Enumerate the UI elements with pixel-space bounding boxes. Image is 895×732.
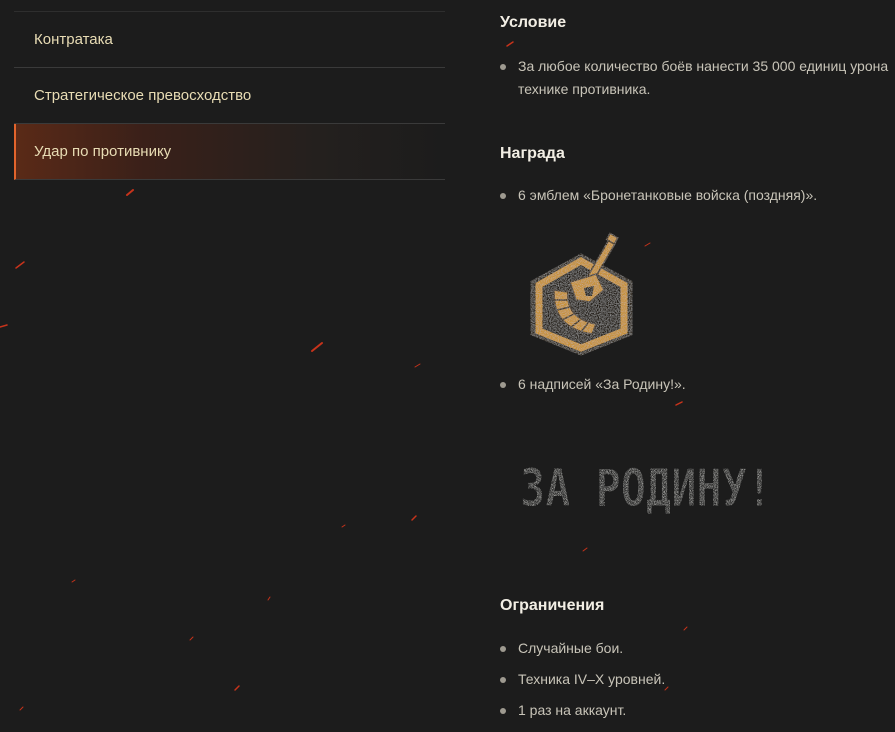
za-rodinu-inscription-image: ЗА РОДИНУ! — [520, 459, 773, 520]
restrictions-title: Ограничения — [500, 597, 605, 614]
restriction-text: Техника IV–X уровней. — [518, 671, 666, 687]
bullet-icon — [500, 677, 506, 683]
bullet-icon — [500, 193, 506, 199]
condition-text: За любое количество боёв нанести 35 000 … — [518, 58, 889, 97]
inscription-text: ЗА РОДИНУ! — [520, 459, 772, 519]
sidebar-item-strike-enemy[interactable]: Удар по противнику — [14, 124, 445, 180]
missions-sidebar: Контратака Стратегическое превосходство … — [14, 11, 445, 180]
restriction-text: Случайные бои. — [518, 640, 624, 656]
restriction-item: Случайные бои. — [500, 637, 890, 660]
bullet-icon — [500, 64, 506, 70]
sidebar-item-strategic-superiority[interactable]: Стратегическое превосходство — [14, 68, 445, 124]
sidebar-item-label: Контратака — [34, 31, 113, 48]
sidebar-item-label: Стратегическое превосходство — [34, 87, 252, 104]
bullet-icon — [500, 708, 506, 714]
sidebar-item-label: Удар по противнику — [34, 143, 172, 160]
reward-emblems-text: 6 эмблем «Бронетанковые войска (поздняя)… — [518, 187, 818, 203]
sidebar-item-counterattack[interactable]: Контратака — [14, 12, 445, 68]
bullet-icon — [500, 382, 506, 388]
restriction-text: 1 раз на аккаунт. — [518, 702, 627, 718]
restriction-item: 1 раз на аккаунт. — [500, 699, 890, 722]
reward-inscriptions-item: 6 надписей «За Родину!». — [500, 373, 890, 396]
bullet-icon — [500, 646, 506, 652]
reward-emblems-item: 6 эмблем «Бронетанковые войска (поздняя)… — [500, 184, 890, 207]
restriction-item: Техника IV–X уровней. — [500, 668, 890, 691]
reward-title: Награда — [500, 145, 565, 162]
armored-forces-late-emblem-icon — [530, 232, 633, 356]
condition-title: Условие — [500, 14, 567, 31]
reward-inscriptions-text: 6 надписей «За Родину!». — [518, 376, 686, 392]
condition-item: За любое количество боёв нанести 35 000 … — [500, 55, 890, 101]
